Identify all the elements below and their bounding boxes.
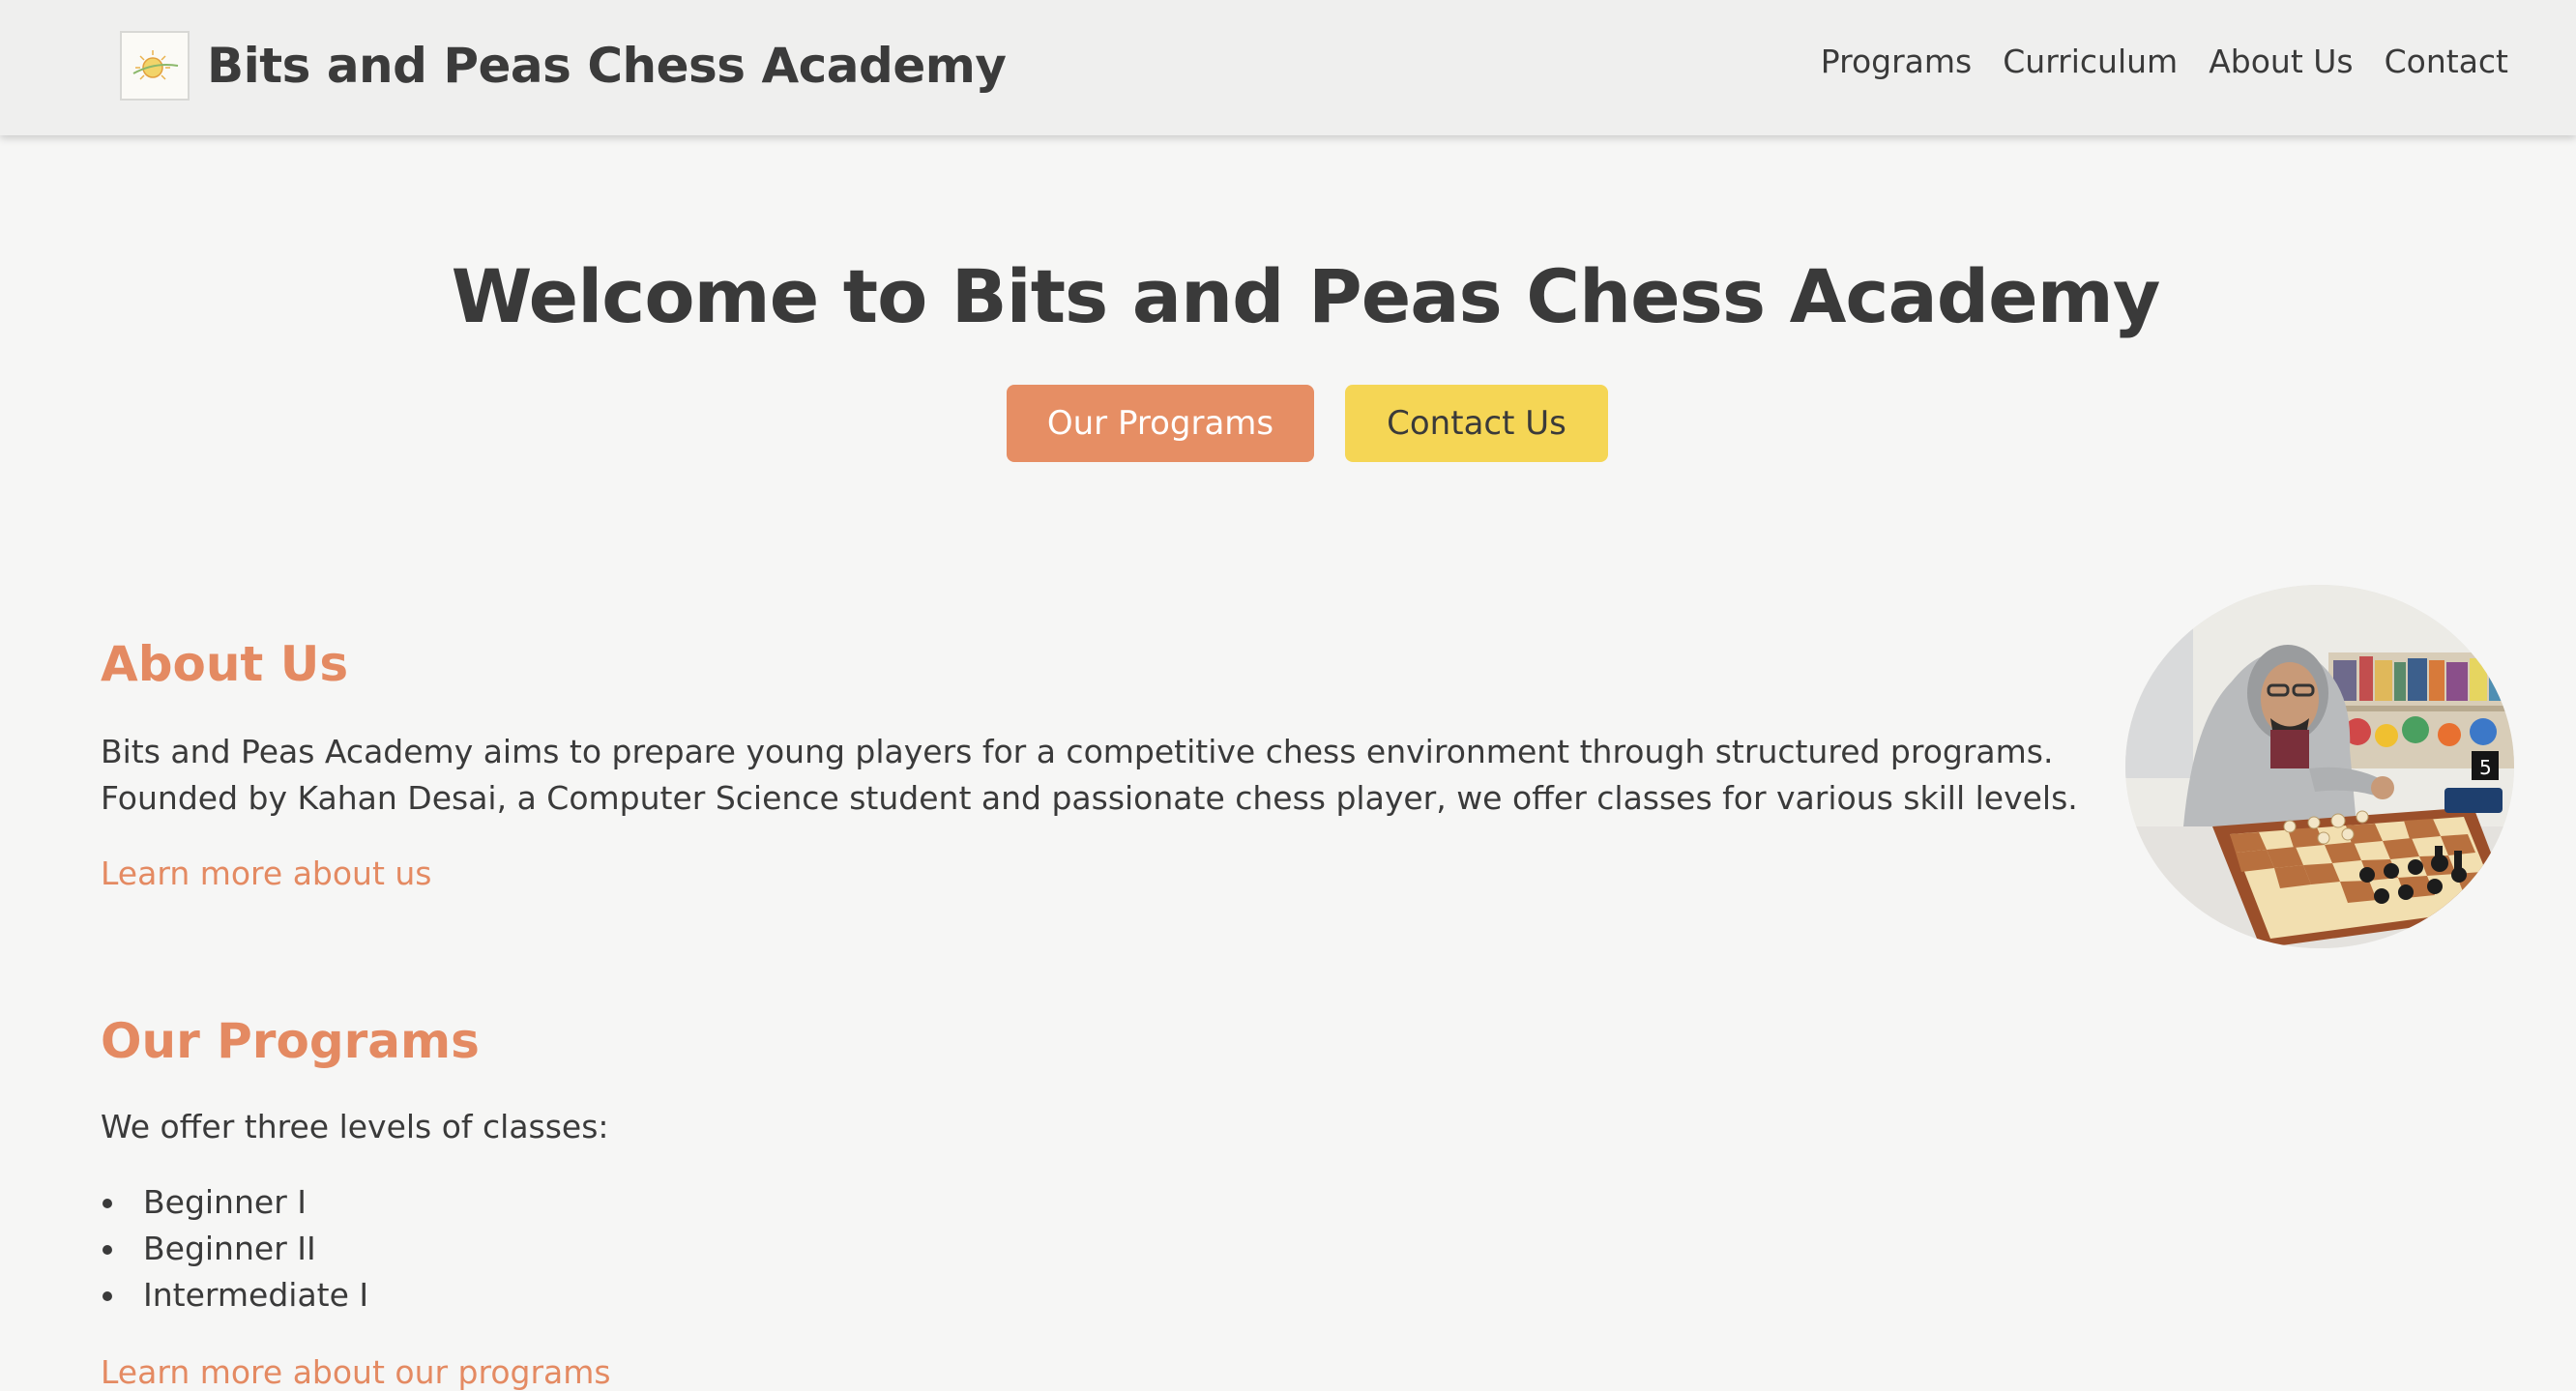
list-item: Intermediate I xyxy=(101,1272,368,1319)
our-programs-heading: Our Programs xyxy=(101,1013,480,1069)
about-line-2: Founded by Kahan Desai, a Computer Scien… xyxy=(101,779,2078,817)
list-item: Beginner I xyxy=(101,1179,368,1226)
learn-more-about-programs-link[interactable]: Learn more about our programs xyxy=(101,1353,611,1391)
main-nav: Programs Curriculum About Us Contact xyxy=(1821,43,2508,80)
contact-us-button[interactable]: Contact Us xyxy=(1345,385,1608,462)
list-item: Beginner II xyxy=(101,1226,368,1272)
learn-more-about-us-link[interactable]: Learn more about us xyxy=(101,855,432,892)
svg-text:5: 5 xyxy=(2479,756,2492,779)
nav-about-us[interactable]: About Us xyxy=(2209,43,2353,80)
about-line-1: Bits and Peas Academy aims to prepare yo… xyxy=(101,733,2054,770)
founder-chess-photo: 5 xyxy=(2125,585,2514,948)
nav-programs[interactable]: Programs xyxy=(1821,43,1972,80)
brand-name: Bits and Peas Chess Academy xyxy=(207,38,1007,94)
programs-list: Beginner I Beginner II Intermediate I xyxy=(101,1179,368,1319)
hero-title: Welcome to Bits and Peas Chess Academy xyxy=(451,253,2161,339)
about-us-text: Bits and Peas Academy aims to prepare yo… xyxy=(101,729,2078,822)
nav-contact[interactable]: Contact xyxy=(2385,43,2508,80)
nav-curriculum[interactable]: Curriculum xyxy=(2003,43,2178,80)
site-header: Bits and Peas Chess Academy Programs Cur… xyxy=(0,0,2576,135)
our-programs-button[interactable]: Our Programs xyxy=(1007,385,1314,462)
programs-intro: We offer three levels of classes: xyxy=(101,1108,609,1145)
sun-logo-icon xyxy=(120,31,190,101)
about-us-heading: About Us xyxy=(101,636,349,692)
brand[interactable]: Bits and Peas Chess Academy xyxy=(120,29,1007,102)
